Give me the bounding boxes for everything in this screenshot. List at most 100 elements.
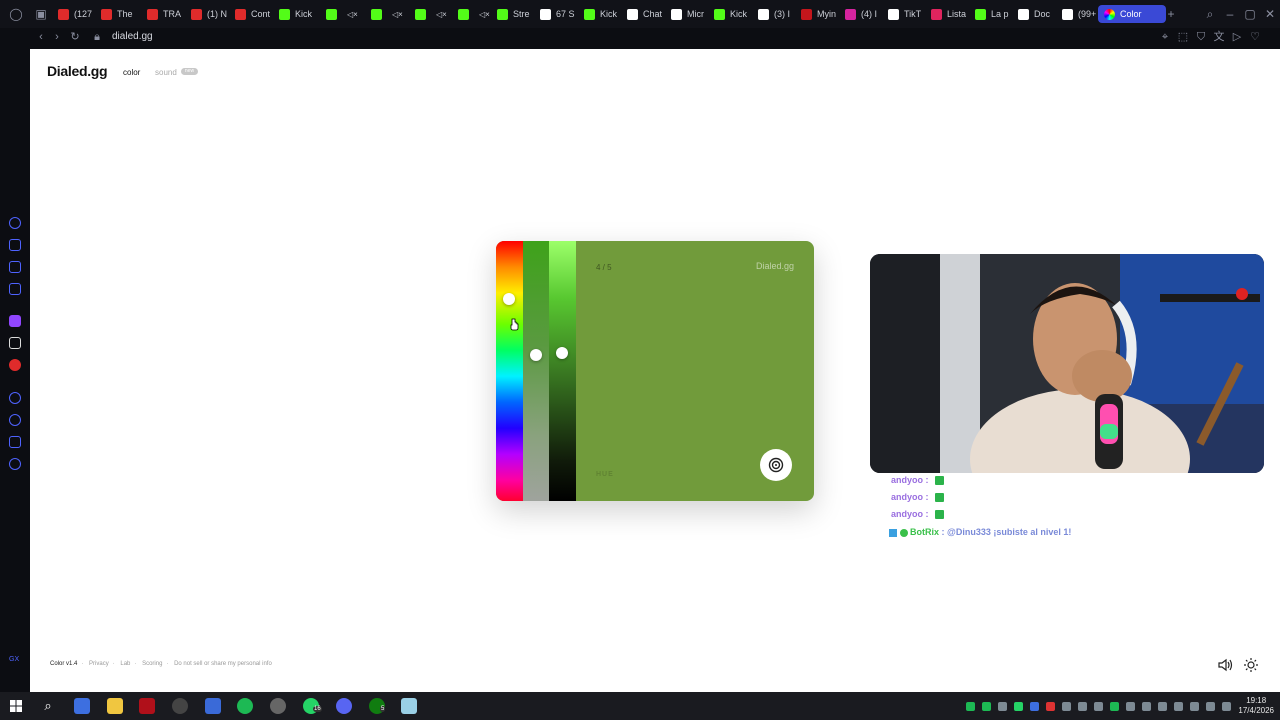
bag-icon[interactable] [9, 239, 21, 251]
search-icon[interactable]: ⌕ [40, 698, 56, 714]
muted-audio-icon[interactable]: ◁× [392, 10, 403, 19]
translate-icon[interactable]: 文 [1212, 30, 1226, 44]
site-logo[interactable]: Dialed.gg [47, 63, 108, 79]
hue-slider[interactable] [496, 241, 523, 501]
submit-button[interactable] [760, 449, 792, 481]
heart-icon[interactable]: ♡ [1248, 30, 1262, 44]
app-icon[interactable] [205, 698, 221, 714]
tab-13[interactable]: Chat [627, 5, 667, 23]
volume-icon[interactable] [1217, 657, 1233, 673]
start-icon[interactable] [8, 698, 24, 714]
tray-icon[interactable] [1158, 702, 1167, 711]
hue-slider-handle[interactable] [503, 293, 515, 305]
tray-icon[interactable] [1014, 702, 1023, 711]
spotify-icon[interactable] [237, 698, 253, 714]
tray-icon[interactable] [1062, 702, 1071, 711]
aria-icon[interactable] [9, 217, 21, 229]
tray-icon[interactable] [982, 702, 991, 711]
nav-sound-link[interactable]: sound [155, 68, 177, 77]
x-icon[interactable] [9, 337, 21, 349]
extensions-icon[interactable] [9, 436, 21, 448]
twitch-icon[interactable] [9, 315, 21, 327]
record-icon[interactable] [9, 359, 21, 371]
tab-15[interactable]: Kick [714, 5, 754, 23]
maximize-icon[interactable]: ▢ [1242, 6, 1258, 22]
tab-0[interactable]: (127 [58, 5, 98, 23]
file-explorer-icon[interactable] [107, 698, 123, 714]
footer-link-scoring[interactable]: Scoring [142, 661, 162, 667]
search-tabs-icon[interactable]: ⌕ [1202, 6, 1218, 22]
saturation-slider-handle[interactable] [530, 349, 542, 361]
gx-logo-icon[interactable]: GX [9, 656, 21, 668]
workspaces-icon[interactable]: ▣ [33, 6, 49, 22]
tab-3[interactable]: (1) N [191, 5, 231, 23]
new-tab-icon[interactable]: + [1163, 6, 1179, 22]
forward-icon[interactable]: › [50, 30, 64, 44]
muted-audio-icon[interactable]: ◁× [436, 10, 447, 19]
tab-7[interactable]: ◁× [371, 5, 411, 23]
footer-link-privacy[interactable]: Privacy [89, 661, 109, 667]
discord-icon[interactable] [336, 698, 352, 714]
tab-22[interactable]: Doc [1018, 5, 1058, 23]
tab-18[interactable]: (4) I [845, 5, 885, 23]
settings-icon[interactable] [9, 458, 21, 470]
shield-icon[interactable]: ⛉ [1194, 30, 1208, 44]
player-icon[interactable] [9, 392, 21, 404]
pin-icon[interactable]: ⌖ [1158, 30, 1172, 44]
nav-color-link[interactable]: color [123, 68, 140, 77]
saturation-slider[interactable] [523, 241, 549, 501]
tray-icon[interactable] [1046, 702, 1055, 711]
tab-1[interactable]: The [101, 5, 141, 23]
tray-icon[interactable] [1126, 702, 1135, 711]
opera-gx-icon[interactable] [139, 698, 155, 714]
tab-11[interactable]: 67 S [540, 5, 580, 23]
tray-icon[interactable] [1030, 702, 1039, 711]
tray-icon[interactable] [1094, 702, 1103, 711]
tab-6[interactable]: ◁× [326, 5, 366, 23]
footer-link-do-not-sell[interactable]: Do not sell or share my personal info [174, 661, 272, 667]
tab-19[interactable]: TikT [888, 5, 928, 23]
tab-12[interactable]: Kick [584, 5, 624, 23]
close-icon[interactable]: ✕ [1262, 6, 1278, 22]
tray-icon[interactable] [1078, 702, 1087, 711]
battery-icon[interactable] [1142, 702, 1151, 711]
volume-tray-icon[interactable] [1190, 702, 1199, 711]
tab-2[interactable]: TRA [147, 5, 187, 23]
tray-icon[interactable] [966, 702, 975, 711]
back-icon[interactable]: ‹ [34, 30, 48, 44]
news-icon[interactable] [9, 261, 21, 273]
whatsapp-icon[interactable]: 16 [303, 698, 322, 714]
tab-17[interactable]: Myin [801, 5, 841, 23]
store-icon[interactable] [74, 698, 90, 714]
muted-audio-icon[interactable]: ◁× [347, 10, 358, 19]
tray-icon[interactable] [1206, 702, 1215, 711]
lightness-slider[interactable] [549, 241, 576, 501]
minimize-icon[interactable]: – [1222, 6, 1238, 22]
tab-9[interactable]: ◁× [458, 5, 498, 23]
sun-icon[interactable] [1243, 657, 1259, 673]
tab-16[interactable]: (3) I [758, 5, 798, 23]
tray-icon[interactable] [1110, 702, 1119, 711]
tab-20[interactable]: Lista [931, 5, 971, 23]
tab-5[interactable]: Kick [279, 5, 319, 23]
muted-audio-icon[interactable]: ◁× [479, 10, 490, 19]
opera-logo-icon[interactable]: ◯ [8, 6, 24, 22]
tray-icon[interactable] [1222, 702, 1231, 711]
mail-icon[interactable] [9, 283, 21, 295]
tray-icon[interactable] [998, 702, 1007, 711]
tab-10[interactable]: Stre [497, 5, 537, 23]
tab-14[interactable]: Micr [671, 5, 711, 23]
steam-icon[interactable] [270, 698, 286, 714]
play-icon[interactable]: ▷ [1230, 30, 1244, 44]
xbox-icon[interactable]: 5 [369, 698, 386, 714]
reload-icon[interactable]: ↻ [68, 30, 82, 44]
url-field[interactable]: dialed.gg [112, 31, 153, 42]
snapshot-icon[interactable]: ⬚ [1176, 30, 1190, 44]
app-icon[interactable] [401, 698, 417, 714]
app-icon[interactable] [172, 698, 188, 714]
system-clock[interactable]: 19:18 17/4/2026 [1238, 696, 1274, 716]
history-icon[interactable] [9, 414, 21, 426]
tab-23[interactable]: (99+ [1062, 5, 1102, 23]
tab-4[interactable]: Cont [235, 5, 275, 23]
tab-21[interactable]: La p [975, 5, 1015, 23]
